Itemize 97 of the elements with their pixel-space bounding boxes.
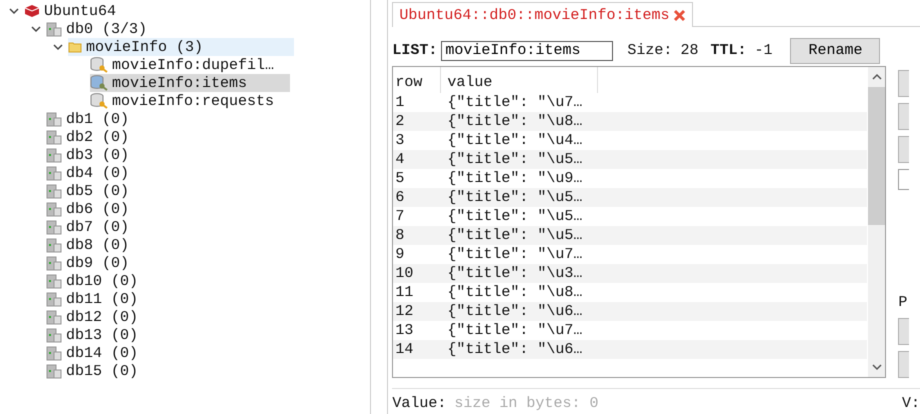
table-cell-text: 7 xyxy=(394,207,406,226)
server-icon xyxy=(46,22,62,36)
table-cell-text: 6 xyxy=(394,188,406,208)
scroll-up-icon[interactable] xyxy=(872,73,882,82)
table-cell-text: 14 xyxy=(394,340,414,360)
close-icon[interactable] xyxy=(673,8,686,22)
table-cell-text: 13 xyxy=(394,321,414,340)
table-cell-text: {"title": "\u8… xyxy=(446,112,584,132)
tree-item[interactable]: db4 (0) xyxy=(46,164,134,182)
tree-item[interactable]: db11 (0) xyxy=(46,290,142,308)
cube-icon xyxy=(24,4,40,18)
value-field[interactable]: size in bytes: 0 xyxy=(454,395,614,412)
table-cell-text: {"title": "\u7… xyxy=(446,321,584,340)
table-cell-text: {"title": "\u5… xyxy=(446,188,584,208)
chevron-icon[interactable] xyxy=(53,43,63,51)
tree-item[interactable]: db14 (0) xyxy=(46,344,142,362)
tree-item[interactable]: db2 (0) xyxy=(46,128,134,146)
server-icon xyxy=(46,364,62,378)
ttl-label: TTL: xyxy=(710,42,746,60)
tree-item[interactable]: db9 (0) xyxy=(46,254,134,272)
table-cell-text: {"title": "\u5… xyxy=(446,226,584,246)
table-cell-text: 9 xyxy=(394,245,406,264)
side-label: V: xyxy=(902,395,920,412)
table-cell-text: 11 xyxy=(394,283,414,302)
server-icon xyxy=(46,112,62,126)
side-button[interactable] xyxy=(898,318,910,346)
database-key-icon xyxy=(90,93,108,109)
folder-icon xyxy=(68,41,82,53)
scroll-down-icon[interactable] xyxy=(872,363,882,372)
type-label: LIST: xyxy=(392,42,438,60)
table-cell-text: {"title": "\u5… xyxy=(446,207,584,226)
tree-item[interactable]: movieInfo:dupefil… xyxy=(90,56,278,74)
side-label: P xyxy=(898,294,908,312)
side-button[interactable] xyxy=(898,70,910,98)
size-value: 28 xyxy=(680,42,698,60)
table-cell-text: {"title": "\u4… xyxy=(446,131,584,150)
tree-item[interactable]: movieInfo:items xyxy=(90,74,290,92)
table-cell-text: 4 xyxy=(394,150,406,170)
side-button[interactable] xyxy=(898,103,910,130)
tree-item[interactable]: movieInfo (3) xyxy=(68,38,294,56)
server-icon xyxy=(46,310,62,324)
table-cell-text: 2 xyxy=(394,112,406,132)
size-label: Size: xyxy=(627,42,672,60)
table-cell-text: {"title": "\u7… xyxy=(446,245,584,264)
table-cell-text: 3 xyxy=(394,131,406,150)
tab[interactable]: Ubuntu64::db0::movieInfo:items xyxy=(392,2,694,28)
chevron-icon[interactable] xyxy=(31,25,41,33)
server-icon xyxy=(46,184,62,198)
tree-item[interactable]: Ubuntu64 xyxy=(24,2,120,20)
chevron-icon[interactable] xyxy=(9,7,19,15)
tree-item[interactable]: db10 (0) xyxy=(46,272,142,290)
server-icon xyxy=(46,202,62,216)
table-cell-text: {"title": "\u6… xyxy=(446,302,584,322)
table-cell-text: 1 xyxy=(394,93,406,112)
column-header[interactable]: row xyxy=(393,67,442,94)
tree-item[interactable]: db5 (0) xyxy=(46,182,134,200)
database-key-icon xyxy=(90,75,108,91)
side-button[interactable] xyxy=(898,136,910,164)
server-icon xyxy=(46,292,62,306)
side-button[interactable] xyxy=(898,351,910,378)
tree-item[interactable]: db0 (3/3) xyxy=(46,20,152,38)
server-icon xyxy=(46,238,62,252)
value-label: Value: xyxy=(392,395,446,412)
tree-item[interactable]: db15 (0) xyxy=(46,362,142,380)
ttl-value: -1 xyxy=(754,42,772,60)
table-cell-text: {"title": "\u5… xyxy=(446,150,584,170)
rename-button[interactable]: Rename xyxy=(790,38,880,64)
database-key-icon xyxy=(90,57,108,73)
table-cell-text: 10 xyxy=(394,264,414,284)
side-field[interactable] xyxy=(898,169,910,190)
scrollbar[interactable] xyxy=(868,67,886,378)
tree-item[interactable]: db1 (0) xyxy=(46,110,134,128)
table-cell-text: 12 xyxy=(394,302,414,322)
tree-item[interactable]: db13 (0) xyxy=(46,326,142,344)
server-icon xyxy=(46,274,62,288)
table-cell-text: {"title": "\u6… xyxy=(446,340,584,360)
tree-item[interactable]: db12 (0) xyxy=(46,308,142,326)
server-icon xyxy=(46,148,62,162)
table-cell-text: {"title": "\u9… xyxy=(446,169,584,188)
column-header[interactable]: value xyxy=(441,67,598,94)
table-cell-text: {"title": "\u3… xyxy=(446,264,584,284)
server-icon xyxy=(46,130,62,144)
server-icon xyxy=(46,220,62,234)
server-icon xyxy=(46,346,62,360)
table-cell-text: {"title": "\u8… xyxy=(446,283,584,302)
server-icon xyxy=(46,328,62,342)
table-cell-text: 8 xyxy=(394,226,406,246)
tree-item[interactable]: db6 (0) xyxy=(46,200,134,218)
table-cell-text: {"title": "\u7… xyxy=(446,93,584,112)
server-icon xyxy=(46,166,62,180)
tree-item[interactable]: db3 (0) xyxy=(46,146,134,164)
table-cell-text: 5 xyxy=(394,169,406,188)
tree-item[interactable]: movieInfo:requests xyxy=(90,92,278,110)
server-icon xyxy=(46,256,62,270)
tree-item[interactable]: db8 (0) xyxy=(46,236,134,254)
tree-item[interactable]: db7 (0) xyxy=(46,218,134,236)
key-name-field[interactable]: movieInfo:items xyxy=(441,40,614,61)
